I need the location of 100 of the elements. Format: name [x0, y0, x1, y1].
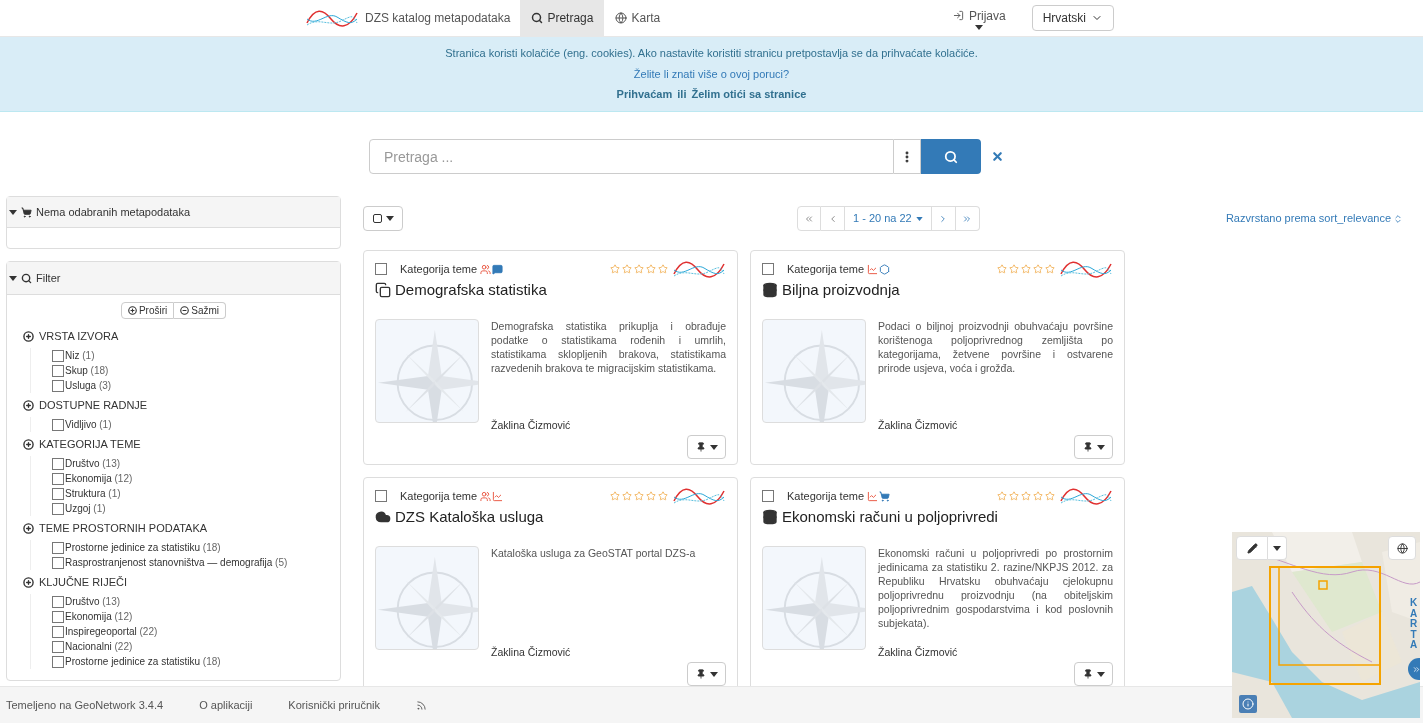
- checkbox[interactable]: [52, 379, 64, 392]
- pin-icon: [1082, 669, 1093, 679]
- chart-icon: [867, 490, 879, 502]
- checkbox[interactable]: [52, 457, 64, 470]
- checkbox[interactable]: [52, 625, 64, 638]
- search-icon: [531, 12, 544, 24]
- panel-title[interactable]: Filter: [36, 269, 61, 287]
- login-button[interactable]: Prijava: [942, 0, 1016, 36]
- star-icon: [658, 491, 668, 501]
- search-field[interactable]: Pretraga ...: [369, 139, 894, 174]
- facet-heading[interactable]: TEME PROSTORNIH PODATAKA: [23, 520, 208, 536]
- select-all-dropdown[interactable]: [363, 206, 403, 231]
- collapse-all-button[interactable]: Sažmi: [174, 302, 227, 319]
- language-dropdown[interactable]: Hrvatski: [1031, 5, 1114, 31]
- copy-icon: [375, 282, 391, 299]
- facet-option[interactable]: Društvo (13): [65, 594, 121, 609]
- accept-link[interactable]: Prihvaćam: [616, 86, 673, 103]
- caret-icon: [1273, 545, 1281, 551]
- facet-option[interactable]: Ekonomija (12): [65, 609, 133, 624]
- footer-link[interactable]: O aplikaciji: [199, 696, 253, 714]
- leave-link[interactable]: Želim otići sa stranice: [691, 86, 807, 103]
- footer-link[interactable]: Korisnički priručnik: [288, 696, 381, 714]
- facet-heading[interactable]: DOSTUPNE RADNJE: [23, 397, 148, 413]
- pin-button[interactable]: [687, 662, 726, 686]
- checkbox[interactable]: [762, 490, 774, 502]
- pin-button[interactable]: [1074, 662, 1113, 686]
- pin-button[interactable]: [687, 435, 726, 459]
- checkbox[interactable]: [52, 640, 64, 653]
- people-icon: [480, 490, 492, 502]
- card-description: Podaci o biljnoj proizvodnji obuhvaćaju površine korištenoga poljoprivrednog zemljišta po kategorijama, žetvene površine i ostvarene prirode usjeva, voća i grožđa.: [878, 318, 1113, 375]
- facet-option[interactable]: Inspiregeoportal (22): [65, 624, 158, 639]
- facet-option[interactable]: Ekonomija (12): [65, 471, 133, 486]
- sort-link[interactable]: Razvrstano prema sort_relevance: [1225, 211, 1403, 226]
- checkbox[interactable]: [52, 610, 64, 623]
- layers-button[interactable]: [1388, 536, 1416, 560]
- facet-heading[interactable]: VRSTA IZVORA: [23, 328, 119, 344]
- star-icon: [622, 491, 632, 501]
- facet-option[interactable]: Nacionalni (22): [65, 639, 133, 654]
- pin-icon: [695, 669, 706, 679]
- card-title[interactable]: Ekonomski računi u poljoprivredi: [782, 506, 998, 529]
- draw-options-button[interactable]: [1268, 536, 1287, 560]
- category-label: Kategorija teme: [787, 488, 865, 504]
- nav-tab[interactable]: Karta: [604, 0, 672, 36]
- cart-icon: [21, 206, 32, 218]
- map-tab[interactable]: KARTA: [1408, 598, 1419, 651]
- cart-icon: [879, 490, 891, 502]
- clear-button[interactable]: [991, 150, 1004, 163]
- search-button[interactable]: [921, 139, 981, 174]
- checkbox[interactable]: [52, 349, 64, 362]
- more-info-link[interactable]: Želite li znati više o ovoj poruci?: [633, 65, 790, 83]
- checkbox[interactable]: [372, 214, 382, 223]
- facet-option[interactable]: Skup (18): [65, 363, 109, 378]
- star-rating[interactable]: [610, 264, 668, 274]
- card-title[interactable]: Demografska statistika: [395, 279, 547, 302]
- brand-title[interactable]: DZS katalog metapodataka: [365, 9, 511, 27]
- card-title[interactable]: DZS Kataloška usluga: [395, 506, 544, 529]
- checkbox[interactable]: [52, 595, 64, 608]
- checkbox[interactable]: [762, 263, 774, 275]
- facet-option[interactable]: Rasprostranjenost stanovništva — demografija (5): [65, 555, 288, 570]
- facet-option[interactable]: Usluga (3): [65, 378, 112, 393]
- info-button[interactable]: [1239, 695, 1257, 713]
- star-rating[interactable]: [997, 264, 1055, 274]
- nav-tab[interactable]: Pretraga: [520, 0, 605, 36]
- star-icon: [997, 491, 1007, 501]
- facet-option[interactable]: Društvo (13): [65, 456, 121, 471]
- draw-button[interactable]: [1236, 536, 1268, 560]
- checkbox[interactable]: [52, 556, 64, 569]
- facet-heading[interactable]: KLJUČNE RIJEČI: [23, 574, 128, 590]
- rss-icon[interactable]: [416, 699, 428, 711]
- checkbox[interactable]: [52, 364, 64, 377]
- pin-icon: [1082, 442, 1093, 452]
- star-rating[interactable]: [997, 491, 1055, 501]
- checkbox[interactable]: [52, 472, 64, 485]
- caret-icon: [709, 444, 718, 450]
- facet-option[interactable]: Uzgoj (1): [65, 501, 106, 516]
- facet-option[interactable]: Prostorne jedinice za statistiku (18): [65, 654, 221, 669]
- checkbox[interactable]: [52, 502, 64, 515]
- star-rating[interactable]: [610, 491, 668, 501]
- facet-option[interactable]: Niz (1): [65, 348, 95, 363]
- page-range-dropdown[interactable]: 1 - 20 na 22: [845, 206, 932, 231]
- cookie-message: Stranica koristi kolačiće (eng. cookies). Ako nastavite koristiti stranicu pretpostavlja se da prihvaćate kolačiće.: [445, 46, 978, 62]
- facet-option[interactable]: Vidljivo (1): [65, 417, 112, 432]
- caret-icon: [385, 216, 394, 221]
- pin-button[interactable]: [1074, 435, 1113, 459]
- checkbox[interactable]: [375, 263, 387, 275]
- sort-icon: [1393, 213, 1403, 224]
- star-icon: [1033, 491, 1043, 501]
- checkbox[interactable]: [52, 655, 64, 668]
- footer-link[interactable]: Temeljeno na GeoNetwork 3.4.4: [6, 696, 164, 714]
- checkbox[interactable]: [52, 418, 64, 431]
- facet-heading[interactable]: KATEGORIJA TEME: [23, 436, 141, 452]
- card-title[interactable]: Biljna proizvodnja: [782, 279, 900, 302]
- checkbox[interactable]: [52, 487, 64, 500]
- checkbox[interactable]: [52, 541, 64, 554]
- plus-circle-icon: [23, 522, 34, 534]
- facet-option[interactable]: Struktura (1): [65, 486, 121, 501]
- expand-all-button[interactable]: Proširi: [120, 302, 175, 319]
- checkbox[interactable]: [375, 490, 387, 502]
- search-icon: [944, 149, 958, 164]
- facet-option[interactable]: Prostorne jedinice za statistiku (18): [65, 540, 221, 555]
